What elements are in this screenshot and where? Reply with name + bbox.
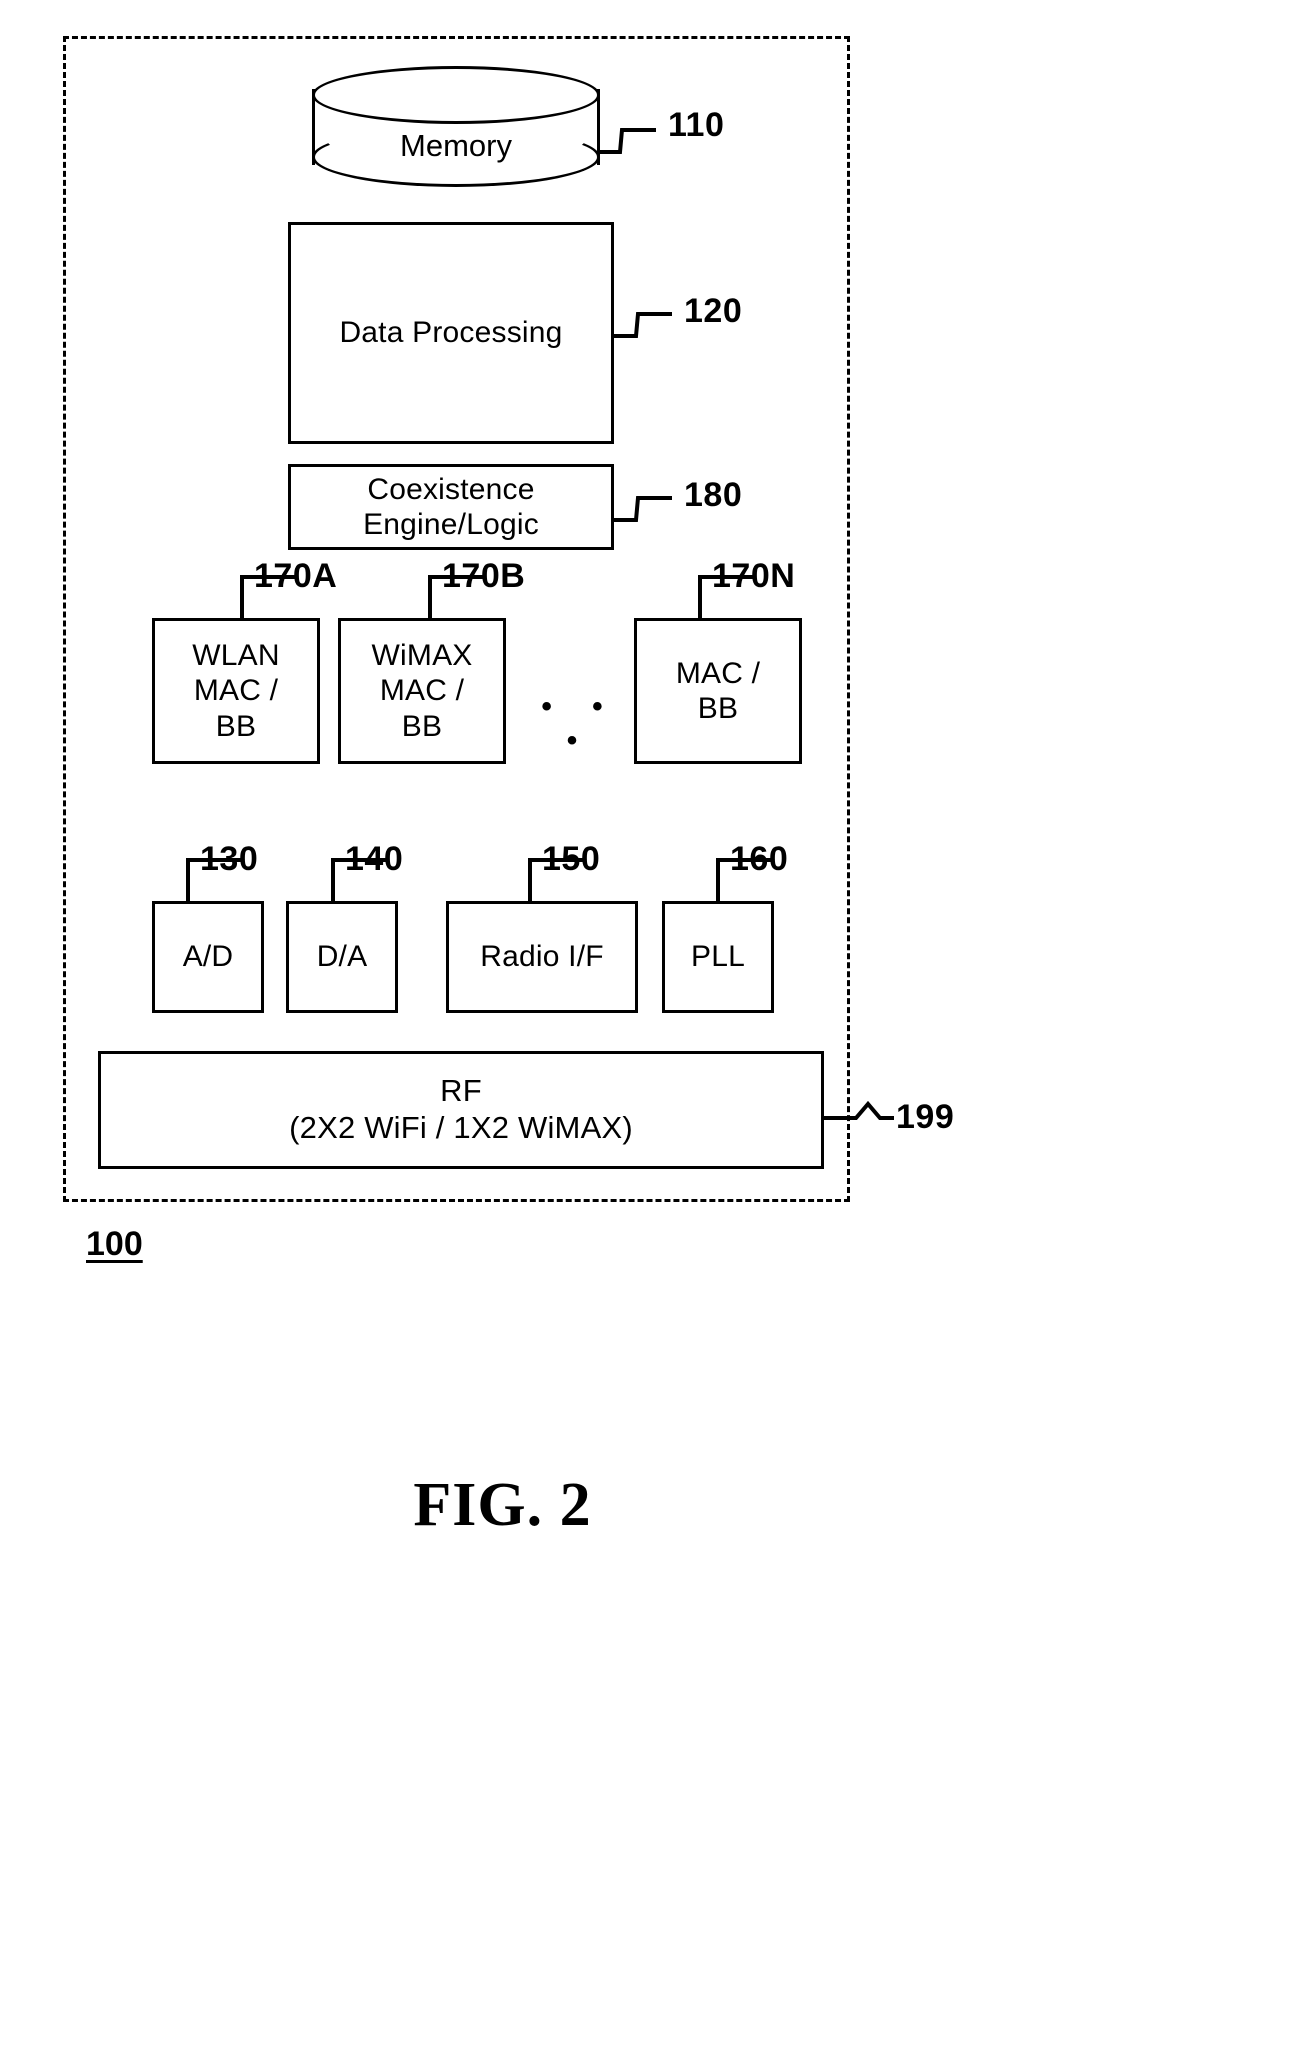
- block-pll: PLL: [662, 901, 774, 1013]
- digital-to-analog-label: D/A: [316, 940, 368, 974]
- ref-numeral-160: 160: [730, 840, 789, 878]
- block-data-processing: Data Processing: [288, 222, 614, 444]
- memory-label: Memory: [400, 128, 512, 163]
- coexistence-label-line1: Coexistence: [367, 472, 535, 506]
- ref-numeral-180: 180: [684, 476, 743, 514]
- ref-numeral-170N: 170N: [712, 557, 796, 595]
- block-analog-to-digital: A/D: [152, 901, 264, 1013]
- wlan-mac-bb-line1: WLAN: [192, 638, 280, 672]
- ref-numeral-199: 199: [896, 1098, 955, 1136]
- block-rf: RF (2X2 WiFi / 1X2 WiMAX): [98, 1051, 824, 1169]
- mac-bb-ellipsis: • • •: [541, 690, 619, 757]
- block-generic-mac-bb: MAC / BB: [634, 618, 802, 764]
- ref-numeral-170A: 170A: [254, 557, 338, 595]
- figure-2-diagram: Memory 110 Data Processing 120 Coexisten…: [0, 0, 1300, 2068]
- ref-numeral-140: 140: [345, 840, 404, 878]
- ref-numeral-150: 150: [542, 840, 601, 878]
- wimax-mac-bb-line2: MAC /: [379, 674, 465, 708]
- pll-label: PLL: [691, 940, 745, 974]
- generic-mac-bb-line3: BB: [697, 692, 739, 725]
- ref-numeral-110: 110: [668, 106, 725, 144]
- block-wimax-mac-bb: WiMAX MAC / BB: [338, 618, 506, 764]
- rf-label-line2: (2X2 WiFi / 1X2 WiMAX): [289, 1110, 633, 1145]
- memory-cylinder: Memory: [312, 66, 600, 188]
- rf-label-line1: RF: [440, 1073, 482, 1109]
- wimax-mac-bb-line3: BB: [401, 709, 443, 743]
- block-coexistence-engine: Coexistence Engine/Logic: [288, 464, 614, 550]
- cylinder-top-ellipse: [312, 66, 600, 124]
- coexistence-label-line2: Engine/Logic: [363, 508, 539, 541]
- block-wlan-mac-bb: WLAN MAC / BB: [152, 618, 320, 764]
- generic-mac-bb-line2: MAC /: [675, 656, 761, 690]
- data-processing-label: Data Processing: [339, 316, 563, 350]
- ref-numeral-170B: 170B: [442, 557, 526, 595]
- wimax-mac-bb-line1: WiMAX: [371, 638, 473, 672]
- ref-numeral-120: 120: [684, 292, 743, 330]
- block-radio-interface: Radio I/F: [446, 901, 638, 1013]
- figure-caption: FIG. 2: [413, 1471, 592, 1539]
- analog-to-digital-label: A/D: [182, 940, 234, 974]
- ref-numeral-130: 130: [200, 840, 259, 878]
- wlan-mac-bb-line2: MAC /: [193, 674, 279, 708]
- block-digital-to-analog: D/A: [286, 901, 398, 1013]
- wlan-mac-bb-line3: BB: [215, 709, 257, 743]
- radio-interface-label: Radio I/F: [480, 940, 604, 974]
- system-numeral-100: 100: [86, 1225, 143, 1263]
